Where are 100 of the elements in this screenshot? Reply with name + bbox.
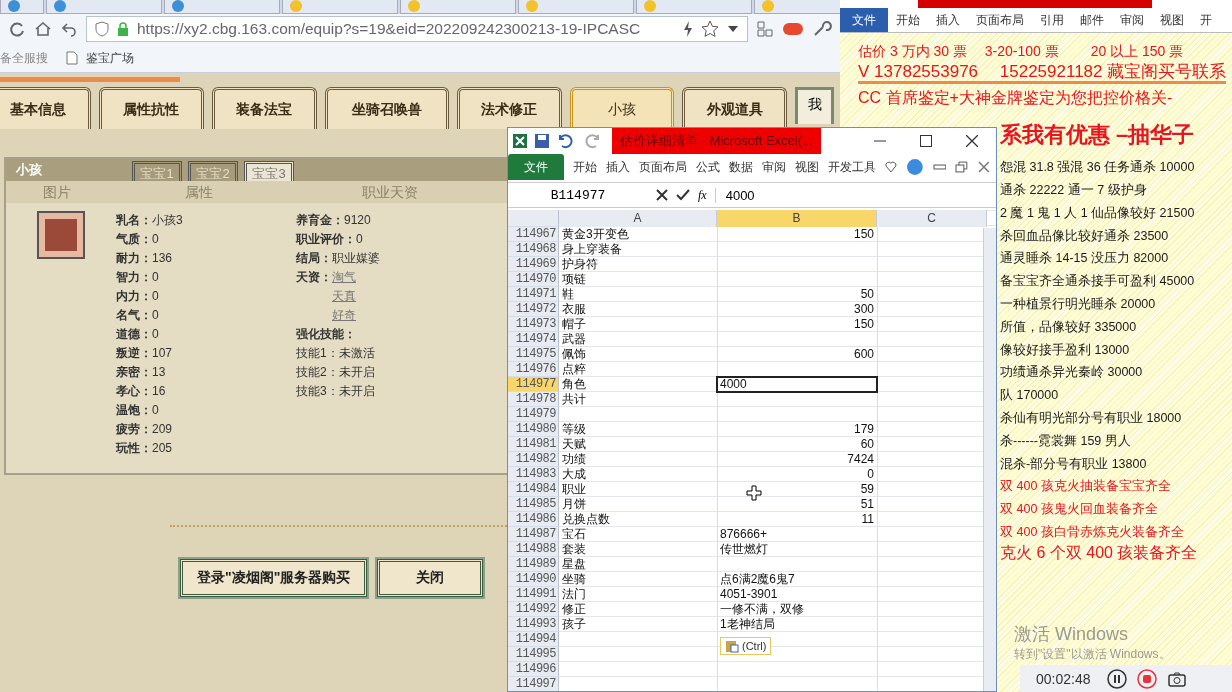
ribbon-tab[interactable]: 邮件 <box>1072 8 1112 32</box>
row-header[interactable]: 114984 <box>508 482 559 497</box>
talent-link[interactable]: 淘气 <box>332 268 356 287</box>
row-header[interactable]: 114979 <box>508 407 559 422</box>
close-button[interactable]: 关闭 <box>377 559 484 597</box>
back-icon[interactable] <box>60 20 78 38</box>
ribbon-tab[interactable]: 视图 <box>795 158 819 176</box>
ribbon-tab[interactable]: 审阅 <box>762 158 786 176</box>
paste-options-button[interactable]: (Ctrl) <box>720 637 772 655</box>
browser-tab[interactable] <box>164 0 280 14</box>
row-header[interactable]: 114995 <box>508 647 559 662</box>
side-button[interactable]: 我 <box>795 87 834 124</box>
close-icon[interactable] <box>966 135 978 147</box>
formula-field[interactable]: 4000 <box>714 187 980 203</box>
row-header[interactable]: 114991 <box>508 587 559 602</box>
row-header[interactable]: 114992 <box>508 602 559 617</box>
row-header[interactable]: 114972 <box>508 302 559 317</box>
ribbon-tab[interactable]: 页面布局 <box>639 158 687 176</box>
bookmark-link[interactable]: 鉴宝广场 <box>86 49 134 67</box>
active-cell[interactable]: 4000 <box>717 377 877 392</box>
bookmark-link[interactable]: 备全服搜 <box>0 49 48 67</box>
minimize-icon[interactable] <box>932 162 947 172</box>
cancel-icon[interactable] <box>656 189 668 201</box>
row-header[interactable]: 114986 <box>508 512 559 527</box>
ribbon-tab[interactable]: 开始 <box>888 8 928 32</box>
row-header[interactable]: 114996 <box>508 662 559 677</box>
ribbon-tab[interactable]: 插入 <box>606 158 630 176</box>
section-label: 强化技能： <box>296 326 357 343</box>
reload-icon[interactable] <box>8 20 26 38</box>
talent-link[interactable]: 好奇 <box>332 306 356 325</box>
row-header[interactable]: 114971 <box>508 287 559 302</box>
ribbon-tab[interactable]: 开发工具 <box>828 158 876 176</box>
row-header[interactable]: 114967 <box>508 227 559 242</box>
ribbon-tab[interactable]: 页面布局 <box>968 8 1032 32</box>
buy-button[interactable]: 登录"凌烟阁"服务器购买 <box>180 559 368 597</box>
scrollbar[interactable] <box>983 228 996 691</box>
wrench-icon[interactable] <box>812 20 832 38</box>
grid-icon[interactable] <box>756 20 774 38</box>
ribbon-tab[interactable]: 公式 <box>696 158 720 176</box>
document-line: 双 400 孩白骨赤炼克火装备齐全 <box>1000 523 1184 539</box>
category-tab[interactable]: 外观道具 <box>682 87 788 129</box>
ribbon-tab[interactable]: 文件 <box>840 8 888 32</box>
address-field[interactable]: https://xy2.cbg.163.com/equip?s=19&eid=202209242300213-19-IPCASC <box>86 16 748 42</box>
column-header[interactable]: A <box>559 210 717 227</box>
camera-icon[interactable] <box>1166 669 1187 688</box>
row-header[interactable]: 114989 <box>508 557 559 572</box>
ribbon-tab[interactable]: 开 <box>1192 8 1220 32</box>
row-header[interactable]: 114982 <box>508 452 559 467</box>
row-header[interactable]: 114997 <box>508 677 559 691</box>
row-header[interactable]: 114988 <box>508 542 559 557</box>
ribbon-tab[interactable]: 视图 <box>1152 8 1192 32</box>
star-icon[interactable] <box>701 20 719 38</box>
row-header[interactable]: 114985 <box>508 497 559 512</box>
save-icon[interactable] <box>534 133 550 149</box>
row-header[interactable]: 114969 <box>508 257 559 272</box>
row-header[interactable]: 114990 <box>508 572 559 587</box>
row-header[interactable]: 114981 <box>508 437 559 452</box>
ribbon-tab[interactable]: 审阅 <box>1112 8 1152 32</box>
ribbon-tab[interactable]: 引用 <box>1032 8 1072 32</box>
row-header[interactable]: 114975 <box>508 347 559 362</box>
restore-icon[interactable] <box>955 161 970 173</box>
column-header[interactable]: C <box>877 210 987 227</box>
check-icon[interactable] <box>676 189 690 201</box>
pause-icon[interactable] <box>1106 668 1127 689</box>
heart-icon[interactable] <box>885 161 897 173</box>
row-header[interactable]: 114976 <box>508 362 559 377</box>
category-tab[interactable]: 小孩 <box>569 87 675 129</box>
ribbon-tab[interactable]: 数据 <box>729 158 753 176</box>
home-icon[interactable] <box>34 20 52 38</box>
column-header[interactable]: B <box>717 210 877 227</box>
browser-tab[interactable] <box>0 0 44 14</box>
talent-link[interactable]: 天真 <box>332 287 356 306</box>
ribbon-tab[interactable]: 文件 <box>508 154 564 180</box>
category-tab[interactable]: 基本信息 <box>0 87 91 129</box>
name-box[interactable]: B114977 <box>508 187 648 203</box>
table-cell: 孩子 <box>562 617 586 631</box>
category-tab[interactable]: 坐骑召唤兽 <box>324 87 449 129</box>
row-header[interactable]: 114993 <box>508 617 559 632</box>
pet-tab[interactable]: 宝宝3 <box>244 161 294 181</box>
row-header[interactable]: 114980 <box>508 422 559 437</box>
ribbon-tab[interactable]: 开始 <box>573 158 597 176</box>
dropdown-icon[interactable] <box>727 25 739 33</box>
row-header[interactable]: 114987 <box>508 527 559 542</box>
row-header[interactable]: 114994 <box>508 632 559 647</box>
row-header[interactable]: 114970 <box>508 272 559 287</box>
browser-tab[interactable] <box>46 0 162 14</box>
row-header[interactable]: 114974 <box>508 332 559 347</box>
stop-icon[interactable] <box>1136 668 1157 689</box>
row-header[interactable]: 114977 <box>508 377 559 392</box>
maximize-icon[interactable] <box>920 135 932 147</box>
ribbon-tab[interactable]: 插入 <box>928 8 968 32</box>
category-tab[interactable]: 法术修正 <box>456 87 562 129</box>
row-header[interactable]: 114983 <box>508 467 559 482</box>
row-header[interactable]: 114968 <box>508 242 559 257</box>
help-icon[interactable] <box>905 158 924 176</box>
insert-function-button[interactable]: fx <box>698 187 707 203</box>
category-tab[interactable]: 装备法宝 <box>211 87 317 129</box>
row-header[interactable]: 114973 <box>508 317 559 332</box>
row-header[interactable]: 114978 <box>508 392 559 407</box>
category-tab[interactable]: 属性抗性 <box>98 87 204 129</box>
